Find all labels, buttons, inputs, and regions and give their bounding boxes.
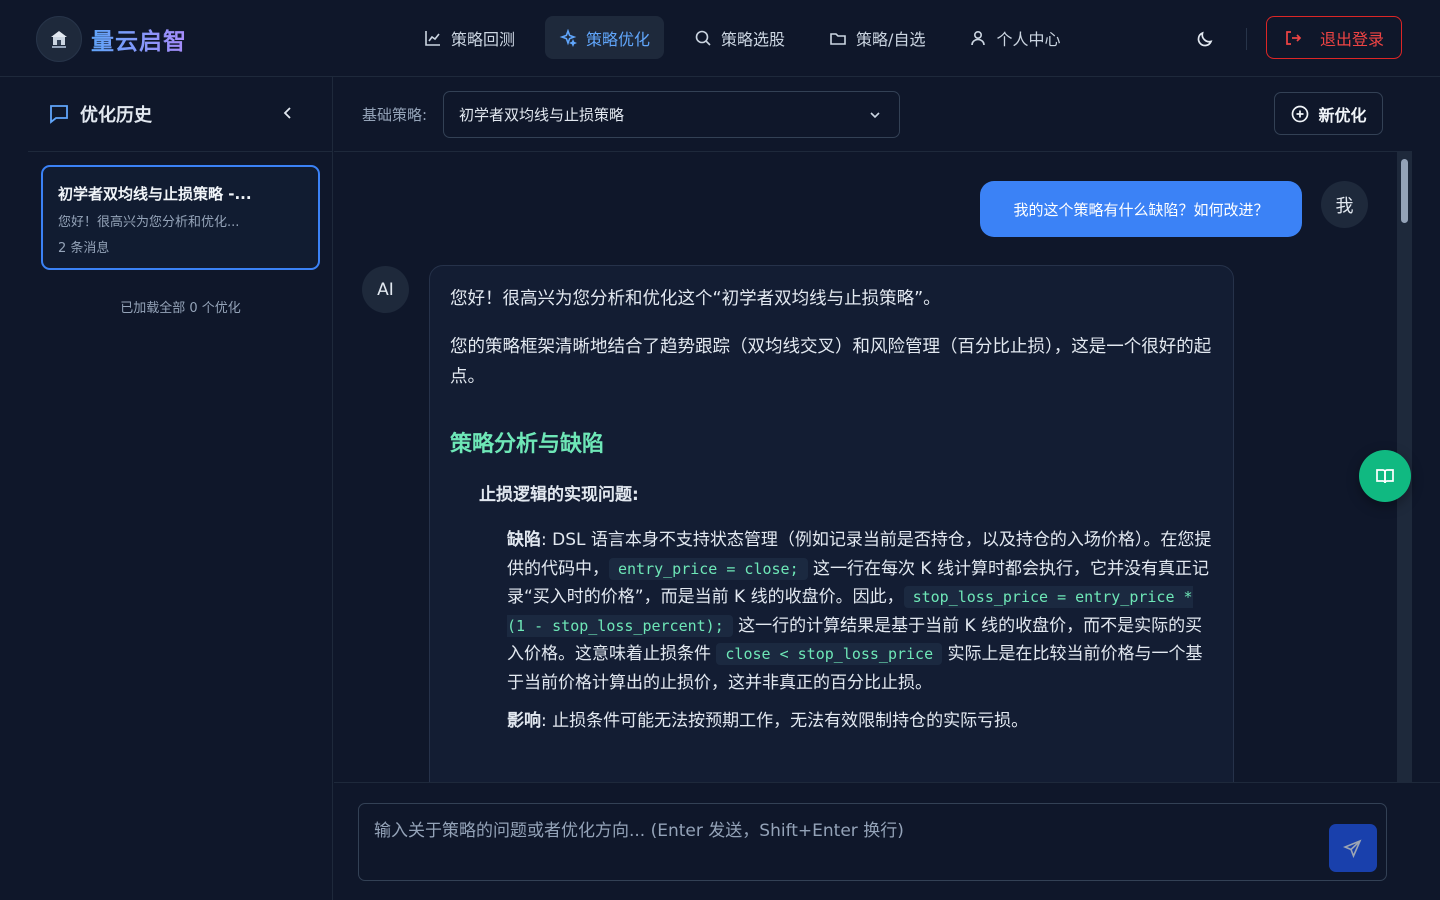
ai-summary: 您的策略框架清晰地结合了趋势跟踪（双均线交叉）和风险管理（百分比止损），这是一个… bbox=[450, 337, 1212, 387]
top-navbar: 量云启智 策略回测 策略优化 策略选股 策略/自选 个人中心 退出登录 bbox=[0, 0, 1440, 77]
message-input-box bbox=[358, 803, 1387, 881]
strategy-toolbar: 基础策略: 初学者双均线与止损策略 新优化 bbox=[334, 77, 1412, 152]
impact-text: : 止损条件可能无法按预期工作，无法有效限制持仓的实际亏损。 bbox=[541, 710, 1029, 731]
chat-icon bbox=[50, 105, 68, 124]
code-stop-condition: close < stop_loss_price bbox=[716, 643, 943, 666]
search-icon bbox=[695, 30, 711, 46]
logout-label: 退出登录 bbox=[1319, 29, 1384, 49]
base-strategy-select[interactable]: 初学者双均线与止损策略 bbox=[443, 91, 900, 138]
sparkles-icon bbox=[559, 28, 578, 47]
code-entry-price: entry_price = close; bbox=[609, 557, 808, 580]
ai-heading: 策略分析与缺陷 bbox=[450, 432, 605, 457]
nav-divider bbox=[1246, 28, 1247, 50]
history-item-count: 2 条消息 bbox=[58, 241, 110, 256]
message-input[interactable] bbox=[359, 804, 1386, 880]
defect-paragraph: 缺陷: DSL 语言本身不支持状态管理（例如记录当前是否持仓，以及持仓的入场价格… bbox=[507, 526, 1213, 698]
nav-profile-label: 个人中心 bbox=[996, 29, 1061, 49]
logout-button[interactable]: 退出登录 bbox=[1266, 16, 1402, 59]
ai-avatar: AI bbox=[362, 266, 409, 313]
folder-icon bbox=[830, 32, 846, 45]
logo-icon bbox=[36, 16, 82, 62]
chat-scrollbar-thumb[interactable] bbox=[1401, 159, 1408, 223]
collapse-sidebar-button[interactable] bbox=[278, 103, 298, 127]
nav-stock-pick-label: 策略选股 bbox=[721, 29, 786, 49]
brand-name: 量云启智 bbox=[91, 22, 187, 56]
main-panel: 基础策略: 初学者双均线与止损策略 新优化 我的这个策略有什么缺陷？如何改进？ … bbox=[334, 77, 1440, 900]
history-item-title: 初学者双均线与止损策略 -... bbox=[58, 185, 252, 203]
user-message: 我的这个策略有什么缺陷？如何改进？ bbox=[980, 181, 1302, 237]
main-nav: 策略回测 策略优化 策略选股 策略/自选 个人中心 bbox=[410, 16, 1090, 59]
impact-paragraph: 影响: 止损条件可能无法按预期工作，无法有效限制持仓的实际亏损。 bbox=[507, 706, 1213, 736]
chat-area[interactable]: 我的这个策略有什么缺陷？如何改进？ 我 AI 您好！很高兴为您分析和优化这个“初… bbox=[334, 152, 1412, 782]
send-icon bbox=[1343, 839, 1362, 858]
history-item[interactable]: 初学者双均线与止损策略 -... 您好！很高兴为您分析和优化... 2 条消息 bbox=[41, 165, 320, 270]
base-strategy-label: 基础策略: bbox=[362, 106, 428, 124]
history-sidebar: 优化历史 初学者双均线与止损策略 -... 您好！很高兴为您分析和优化... 2… bbox=[28, 77, 333, 900]
defect-label: 缺陷 bbox=[507, 530, 541, 550]
loaded-note: 已加载全部 0 个优化 bbox=[120, 301, 241, 316]
plus-circle-icon bbox=[1292, 105, 1309, 122]
ai-message: 您好！很高兴为您分析和优化这个“初学者双均线与止损策略”。 您的策略框架清晰地结… bbox=[429, 265, 1234, 782]
nav-optimize[interactable]: 策略优化 bbox=[545, 16, 665, 59]
user-icon bbox=[971, 30, 986, 45]
new-optimization-button[interactable]: 新优化 bbox=[1274, 92, 1383, 135]
ai-subheading: 止损逻辑的实现问题: bbox=[479, 485, 639, 505]
chart-line-icon bbox=[425, 30, 440, 46]
nav-watchlist[interactable]: 策略/自选 bbox=[815, 16, 939, 59]
nav-optimize-label: 策略优化 bbox=[586, 29, 651, 49]
history-item-preview: 您好！很高兴为您分析和优化... bbox=[58, 215, 240, 230]
moon-icon bbox=[1197, 31, 1213, 47]
ai-greeting: 您好！很高兴为您分析和优化这个“初学者双均线与止损策略”。 bbox=[450, 289, 941, 309]
composer bbox=[334, 782, 1440, 900]
theme-toggle[interactable] bbox=[1190, 24, 1220, 54]
new-optimization-label: 新优化 bbox=[1318, 105, 1367, 125]
chevron-down-icon bbox=[870, 112, 880, 119]
nav-backtest[interactable]: 策略回测 bbox=[410, 16, 529, 59]
logout-icon bbox=[1286, 30, 1302, 45]
base-strategy-value: 初学者双均线与止损策略 bbox=[459, 106, 625, 124]
brand[interactable]: 量云启智 bbox=[36, 16, 187, 62]
nav-stock-pick[interactable]: 策略选股 bbox=[680, 16, 799, 59]
impact-label: 影响 bbox=[507, 710, 541, 731]
nav-profile[interactable]: 个人中心 bbox=[955, 16, 1074, 59]
nav-watchlist-label: 策略/自选 bbox=[856, 29, 926, 49]
sidebar-header: 优化历史 bbox=[28, 77, 332, 152]
book-open-icon bbox=[1376, 469, 1394, 484]
user-avatar: 我 bbox=[1321, 181, 1368, 228]
nav-backtest-label: 策略回测 bbox=[451, 29, 516, 49]
send-button[interactable] bbox=[1329, 824, 1377, 872]
guide-button[interactable] bbox=[1359, 450, 1411, 502]
chevron-left-icon bbox=[283, 107, 291, 119]
sidebar-title: 优化历史 bbox=[80, 105, 152, 126]
